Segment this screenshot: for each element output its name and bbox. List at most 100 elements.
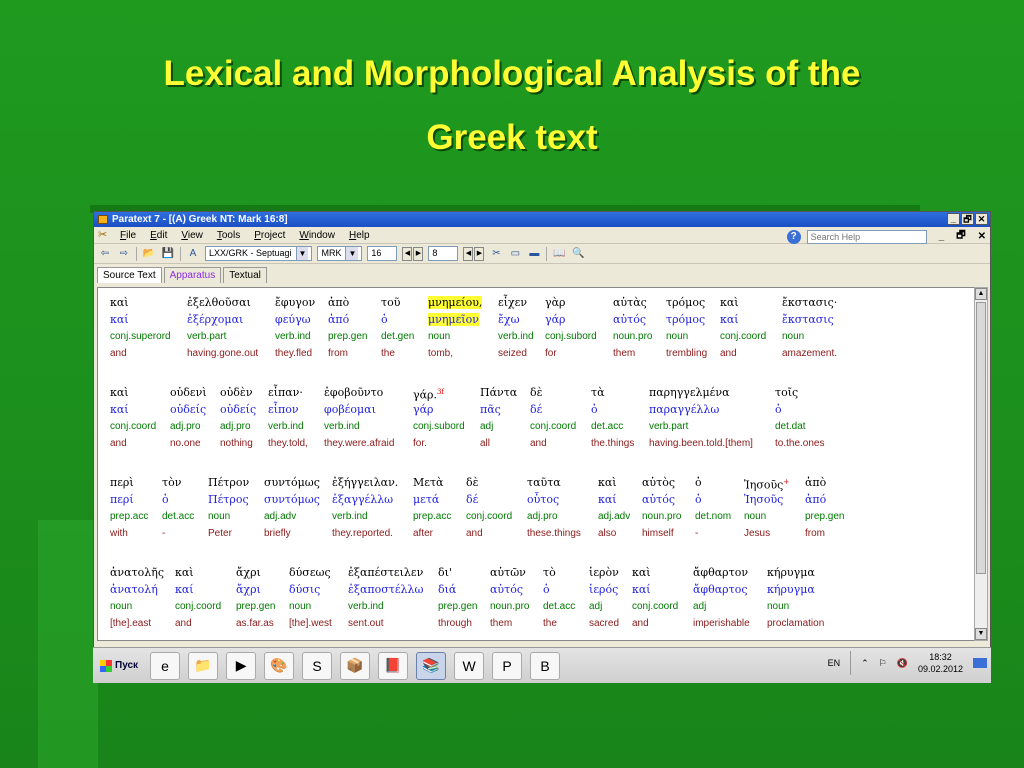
interlinear-text-panel[interactable]: καὶ καί conj.superord and ἐξελθοῦσαι ἐξέρχομα… — [97, 287, 977, 641]
find-icon[interactable]: 🔍 — [571, 247, 585, 261]
lemma: οὐδείς — [170, 403, 207, 416]
chapter-spinner[interactable]: ◀ ▶ — [402, 246, 424, 261]
interlinear-word[interactable]: τοῖς ὁ det.dat to.the.ones — [775, 384, 895, 452]
gloss: and — [530, 438, 547, 449]
menu-window[interactable]: Window — [299, 230, 335, 241]
menu-help[interactable]: Help — [349, 230, 370, 241]
mdi-minimize-button[interactable]: _ — [939, 231, 945, 242]
lemma: συντόμως — [264, 493, 320, 506]
interlinear-word[interactable]: ἔκστασις· ἔκστασις noun amazement. — [782, 294, 902, 362]
link-icon[interactable]: ✂ — [489, 247, 503, 261]
tray-expand-icon[interactable]: ⌃ — [861, 658, 869, 669]
menu-view[interactable]: View — [181, 230, 203, 241]
project-select[interactable]: LXX/GRK - Septuagi ▼ — [205, 246, 313, 261]
open-folder-icon[interactable]: 📂 — [142, 247, 156, 261]
chevron-down-icon: ▼ — [345, 247, 359, 260]
lemma: ἐξαποστέλλω — [348, 583, 424, 596]
dictionary-icon[interactable]: 📖 — [552, 247, 566, 261]
window-titlebar[interactable]: Paratext 7 - [(A) Greek NT: Mark 16:8] _… — [94, 212, 990, 227]
language-indicator[interactable]: EN — [828, 658, 841, 668]
font-icon[interactable]: A — [186, 247, 200, 261]
background-decoration — [38, 520, 98, 768]
lemma: δέ — [466, 493, 479, 506]
tab-source-text[interactable]: Source Text — [97, 267, 162, 283]
menu-edit[interactable]: Edit — [150, 230, 167, 241]
footnote-marker[interactable]: 3f — [437, 388, 444, 396]
morphology-tag: conj.coord — [632, 601, 679, 612]
lemma: περί — [110, 493, 134, 506]
gloss: trembling — [666, 348, 708, 359]
gloss: they.fled — [275, 348, 313, 359]
layout-icon[interactable]: ▬ — [527, 247, 541, 261]
greek-word: καὶ — [632, 566, 651, 579]
tab-strip: Source Text Apparatus Textual — [94, 264, 990, 283]
restore-button[interactable]: 🗗 — [961, 213, 974, 225]
word-icon[interactable]: W — [454, 651, 485, 680]
skype-icon[interactable]: S — [302, 651, 333, 680]
scroll-up-icon[interactable]: ▲ — [975, 288, 987, 300]
mdi-close-button[interactable]: ✕ — [978, 231, 986, 242]
lemma: καί — [598, 493, 617, 506]
folder-icon[interactable]: 📁 — [188, 651, 219, 680]
menu-tools[interactable]: Tools — [217, 230, 240, 241]
greek-word: εἶπαν· — [268, 386, 303, 399]
morphology-tag: conj.coord — [466, 511, 513, 522]
book-icon[interactable]: 📕 — [378, 651, 409, 680]
lemma: παραγγέλλω — [649, 403, 720, 416]
network-flag-icon[interactable]: ⚐ — [879, 658, 887, 669]
book-select[interactable]: MRK ▼ — [317, 246, 363, 261]
menu-project[interactable]: Project — [254, 230, 285, 241]
chapter-field[interactable]: 16 — [367, 246, 398, 261]
lemma: ὁ — [591, 403, 598, 416]
back-arrow-icon[interactable]: ⇦ — [98, 247, 112, 261]
gloss: them — [613, 348, 636, 359]
morphology-tag: conj.coord — [720, 331, 767, 342]
verse-spinner[interactable]: ◀ ▶ — [463, 246, 485, 261]
save-icon[interactable]: 💾 — [161, 247, 175, 261]
paratext-menu-icon[interactable]: ✂ — [98, 229, 110, 241]
footnote-marker[interactable]: + — [783, 478, 789, 486]
search-help-input[interactable] — [806, 229, 927, 244]
help-icon[interactable]: ? — [786, 229, 801, 244]
paint-icon[interactable]: 🎨 — [264, 651, 295, 680]
clock[interactable]: 18:32 09.02.2012 — [918, 651, 963, 675]
interlinear-word[interactable]: ἀπὸ ἀπό prep.gen from — [805, 474, 925, 542]
media-player-icon[interactable]: ▶ — [226, 651, 257, 680]
gloss: - — [162, 528, 166, 539]
scrollbar-thumb[interactable] — [976, 302, 986, 574]
greek-word: τοῦ — [381, 296, 401, 309]
paratext-icon[interactable]: 📚 — [416, 651, 447, 680]
archive-icon[interactable]: 📦 — [340, 651, 371, 680]
prev-verse-icon: ◀ — [463, 246, 474, 261]
scroll-down-icon[interactable]: ▼ — [975, 628, 987, 640]
lemma: καί — [110, 403, 129, 416]
bibleworks-icon[interactable]: B — [530, 651, 561, 680]
volume-icon[interactable]: 🔇 — [897, 658, 908, 669]
minimize-button[interactable]: _ — [947, 213, 960, 225]
window-icon[interactable]: ▭ — [508, 247, 522, 261]
verse-field[interactable]: 8 — [428, 246, 459, 261]
tab-textual[interactable]: Textual — [223, 267, 267, 283]
gloss: for. — [413, 438, 427, 449]
morphology-tag: det.dat — [775, 421, 806, 432]
gloss: and — [720, 348, 737, 359]
morphology-tag: verb.part — [649, 421, 689, 432]
greek-word: ἔφυγον — [275, 296, 316, 309]
menu-file[interactable]: File — [120, 230, 136, 241]
lemma: ἔχω — [498, 313, 520, 326]
ie-icon[interactable]: e — [150, 651, 181, 680]
interlinear-word[interactable]: κήρυγμα κήρυγμα noun proclamation — [767, 564, 887, 632]
greek-word: Μετὰ — [413, 476, 444, 489]
morphology-tag: prep.gen — [805, 511, 845, 522]
show-desktop-icon[interactable] — [973, 658, 987, 668]
lemma: ἱερός — [589, 583, 619, 596]
interlinear-word[interactable]: παρηγγελμένα παραγγέλλω verb.part having.be… — [649, 384, 769, 452]
forward-arrow-icon[interactable]: ⇨ — [117, 247, 131, 261]
mdi-restore-button[interactable]: 🗗 — [956, 228, 965, 245]
vertical-scrollbar[interactable]: ▲ ▼ — [974, 287, 988, 641]
powerpoint-icon[interactable]: P — [492, 651, 523, 680]
morphology-tag: noun — [110, 601, 133, 612]
start-button[interactable]: Пуск — [96, 657, 142, 675]
tab-apparatus[interactable]: Apparatus — [163, 267, 222, 283]
close-button[interactable]: ✕ — [975, 213, 988, 225]
